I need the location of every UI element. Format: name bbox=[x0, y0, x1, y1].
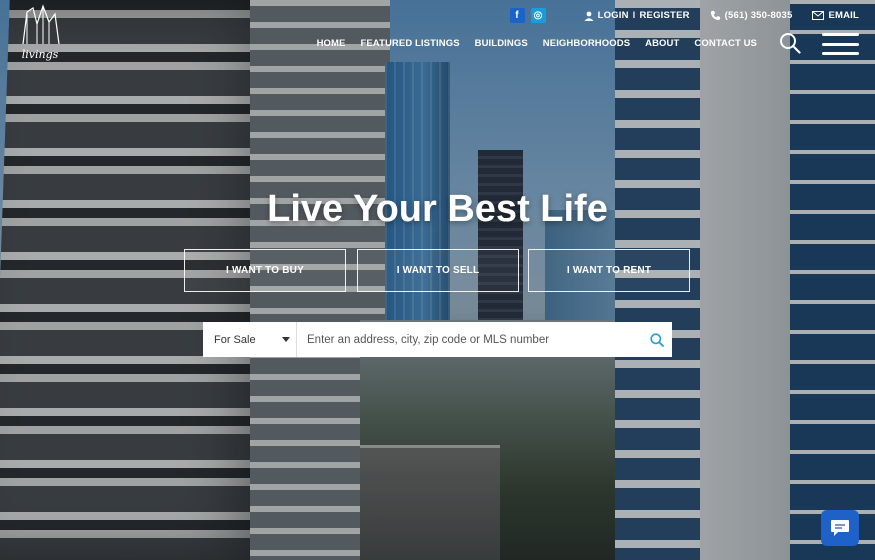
search-submit-button[interactable] bbox=[642, 322, 672, 357]
logo-icon: livings bbox=[22, 4, 60, 61]
phone-icon bbox=[710, 10, 720, 21]
register-link[interactable]: REGISTER bbox=[640, 10, 690, 21]
facebook-icon[interactable]: f bbox=[509, 8, 525, 23]
phone-number: (561) 350-8035 bbox=[724, 10, 793, 21]
phone-link[interactable]: (561) 350-8035 bbox=[710, 10, 793, 21]
sell-button[interactable]: I WANT TO SELL bbox=[357, 249, 519, 292]
property-search-bar: For Sale bbox=[203, 322, 672, 357]
nav-contact-us[interactable]: CONTACT US bbox=[694, 38, 757, 49]
top-bar: f ◎ LOGIN I REGISTER (561) 350-8035 EMAI… bbox=[509, 8, 859, 23]
site-logo[interactable]: livings bbox=[15, 4, 65, 64]
envelope-icon bbox=[812, 11, 825, 20]
search-input[interactable] bbox=[297, 322, 642, 357]
account-links: LOGIN I REGISTER bbox=[584, 10, 690, 21]
svg-text:livings: livings bbox=[22, 48, 59, 61]
search-icon bbox=[650, 332, 664, 347]
nav-neighborhoods[interactable]: NEIGHBORHOODS bbox=[543, 38, 630, 49]
instagram-icon[interactable]: ◎ bbox=[530, 8, 546, 23]
rent-button[interactable]: I WANT TO RENT bbox=[528, 249, 690, 292]
email-label: EMAIL bbox=[828, 10, 859, 21]
hamburger-menu-icon[interactable] bbox=[822, 33, 859, 55]
buy-button[interactable]: I WANT TO BUY bbox=[184, 249, 346, 292]
email-link[interactable]: EMAIL bbox=[812, 10, 859, 21]
hero-headline: Live Your Best Life bbox=[267, 188, 608, 230]
nav-featured-listings[interactable]: FEATURED LISTINGS bbox=[360, 38, 459, 49]
separator: I bbox=[632, 10, 636, 21]
main-nav: HOME FEATURED LISTINGS BUILDINGS NEIGHBO… bbox=[317, 38, 757, 49]
login-link[interactable]: LOGIN bbox=[598, 10, 629, 21]
nav-about[interactable]: ABOUT bbox=[645, 38, 679, 49]
chevron-down-icon bbox=[282, 337, 290, 342]
nav-home[interactable]: HOME bbox=[317, 38, 346, 49]
nav-buildings[interactable]: BUILDINGS bbox=[475, 38, 528, 49]
search-icon[interactable] bbox=[779, 32, 801, 54]
chat-bubble-icon bbox=[831, 520, 849, 536]
listing-type-value: For Sale bbox=[214, 333, 256, 346]
user-icon bbox=[584, 11, 594, 21]
listing-type-select[interactable]: For Sale bbox=[203, 322, 297, 357]
chat-widget-button[interactable] bbox=[821, 510, 859, 546]
